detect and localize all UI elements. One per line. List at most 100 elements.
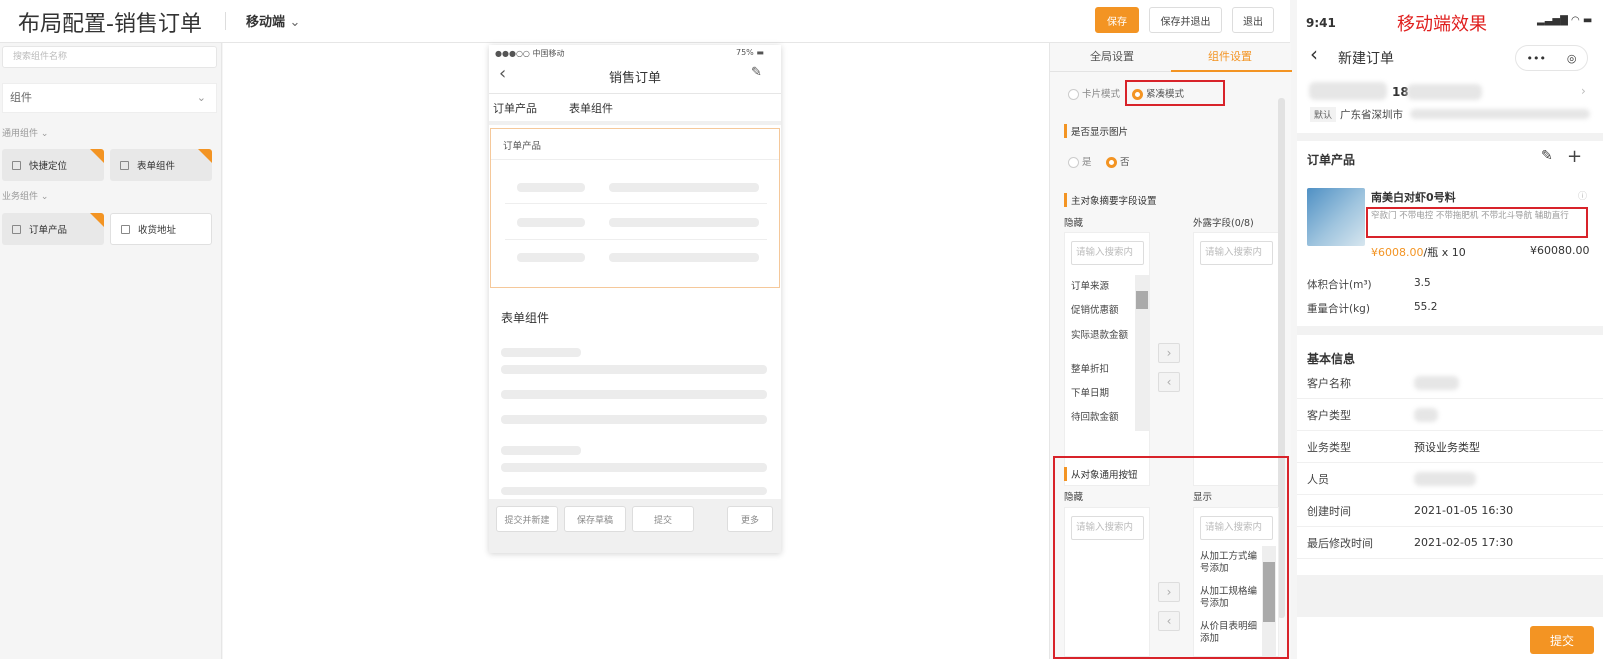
target-icon: ◎	[1566, 51, 1577, 65]
divider	[489, 93, 781, 94]
submit-new-button[interactable]: 提交并新建	[496, 506, 558, 532]
list-item[interactable]: 从加工规格编号添加	[1200, 586, 1258, 610]
save-exit-button[interactable]: 保存并退出	[1149, 7, 1222, 33]
list-item[interactable]: 待回款金额	[1071, 412, 1133, 424]
radio-icon	[1068, 89, 1079, 100]
component-label: 订单产品	[29, 225, 68, 236]
move-left-button[interactable]: ‹	[1158, 611, 1180, 631]
divider	[225, 12, 226, 30]
component-group-select[interactable]: 组件 ⌄	[2, 83, 217, 113]
products-block[interactable]: 订单产品	[490, 128, 780, 288]
save-draft-button[interactable]: 保存草稿	[564, 506, 626, 532]
basic-info-card: 基本信息 客户名称 客户类型 业务类型 预设业务类型 人员 创建时间 2021-01…	[1297, 335, 1603, 575]
shown-button-search-input[interactable]: 请输入搜索内	[1200, 516, 1273, 540]
phone-tab-form[interactable]: 表单组件	[569, 100, 613, 116]
corner-badge	[90, 149, 104, 163]
scrollbar-thumb[interactable]	[1263, 562, 1275, 622]
submit-button[interactable]: 提交	[632, 506, 694, 532]
field-row[interactable]: 客户名称	[1297, 367, 1603, 399]
corner-badge	[90, 213, 104, 227]
skeleton-line	[517, 253, 585, 262]
list-item[interactable]: 整单折扣	[1071, 364, 1133, 376]
product-tags: 窄款门 不带电控 不带拖肥机 不带北斗导航 辅助直行	[1371, 211, 1569, 221]
field-row[interactable]: 最后修改时间 2021-02-05 17:30	[1297, 527, 1603, 559]
skeleton-line	[501, 415, 767, 424]
more-button[interactable]: 更多	[727, 506, 773, 532]
list-item[interactable]: 促销优惠额	[1071, 305, 1133, 317]
component-search-input[interactable]: 搜索组件名称	[2, 46, 217, 68]
divider	[491, 159, 779, 160]
mobile-footer: 提交	[1297, 617, 1603, 659]
tab-component-settings[interactable]: 组件设置	[1208, 48, 1252, 64]
page-title: 布局配置-销售订单	[18, 12, 202, 37]
address-card[interactable]: 18 › 默认 广东省深圳市	[1297, 76, 1603, 133]
general-section-label: 通用组件 ⌄	[2, 129, 49, 139]
scrollbar-thumb[interactable]	[1136, 291, 1148, 309]
weight-value: 55.2	[1414, 301, 1438, 313]
summary-fields-label: 主对象摘要字段设置	[1064, 193, 1157, 207]
edit-icon[interactable]: ✎	[751, 65, 762, 80]
skeleton-line	[501, 487, 767, 495]
component-form[interactable]: 表单组件	[110, 149, 212, 181]
show-image-label: 是否显示图片	[1064, 124, 1128, 138]
component-shipping-address[interactable]: 收货地址	[110, 213, 212, 245]
component-label: 表单组件	[137, 161, 176, 172]
active-tab-indicator	[1171, 70, 1292, 72]
list-item[interactable]: 实际退款金额	[1071, 330, 1133, 342]
group-label: 组件	[10, 91, 32, 104]
mode-selector[interactable]: 移动端 ⌄	[246, 11, 300, 30]
list-item[interactable]: 下单日期	[1071, 388, 1133, 400]
mobile-submit-button[interactable]: 提交	[1530, 626, 1594, 654]
list-item[interactable]: 从价目表明细添加	[1200, 621, 1258, 645]
field-row[interactable]: 业务类型 预设业务类型	[1297, 431, 1603, 463]
component-icon	[12, 160, 21, 170]
field-list: 客户名称 客户类型 业务类型 预设业务类型 人员 创建时间 2021-01-05 1…	[1297, 367, 1603, 559]
hidden-search-input[interactable]: 请输入搜索内	[1071, 241, 1144, 265]
component-icon	[12, 224, 21, 234]
field-row[interactable]: 客户类型	[1297, 399, 1603, 431]
field-row[interactable]: 创建时间 2021-01-05 16:30	[1297, 495, 1603, 527]
move-right-button[interactable]: ›	[1158, 343, 1180, 363]
status-time: 9:41	[1306, 16, 1336, 30]
hidden-button-list: 请输入搜索内	[1064, 507, 1150, 657]
shown-button-list: 请输入搜索内 从加工方式编号添加 从加工规格编号添加 从价目表明细添加	[1193, 507, 1279, 657]
component-quick-locate[interactable]: 快捷定位	[2, 149, 104, 181]
hidden-label-2: 隐藏	[1064, 492, 1084, 503]
radio-card-mode[interactable]: 卡片模式	[1068, 86, 1120, 100]
add-icon[interactable]: +	[1567, 146, 1582, 167]
back-icon[interactable]: ‹	[1310, 42, 1318, 66]
exit-button[interactable]: 退出	[1232, 7, 1274, 33]
field-row[interactable]: 人员	[1297, 463, 1603, 495]
tab-global-settings[interactable]: 全局设置	[1090, 48, 1134, 64]
component-icon	[120, 160, 129, 170]
divider	[505, 239, 767, 240]
scrollbar[interactable]	[1262, 546, 1276, 656]
form-block-title: 表单组件	[501, 311, 550, 325]
products-title: 订单产品	[1307, 153, 1356, 167]
phone-tab-products[interactable]: 订单产品	[493, 100, 537, 116]
scrollbar[interactable]	[1135, 275, 1149, 431]
redacted-phone	[1407, 84, 1482, 100]
move-right-button[interactable]: ›	[1158, 582, 1180, 602]
component-label: 快捷定位	[29, 161, 68, 172]
radio-compact-mode[interactable]: 紧凑模式	[1132, 86, 1184, 100]
skeleton-line	[609, 253, 759, 262]
move-left-button[interactable]: ‹	[1158, 372, 1180, 392]
config-panel: 全局设置 组件设置 卡片模式 紧凑模式 是否显示图片 是 否 主对象摘要字段设置…	[1049, 43, 1292, 659]
chevron-down-icon: ⌄	[289, 15, 301, 30]
save-button[interactable]: 保存	[1095, 7, 1139, 33]
edit-icon[interactable]: ✎	[1541, 148, 1553, 164]
info-icon[interactable]: ⓘ	[1578, 189, 1587, 202]
hidden-button-search-input[interactable]: 请输入搜索内	[1071, 516, 1144, 540]
exposed-search-input[interactable]: 请输入搜索内	[1200, 241, 1273, 265]
list-item[interactable]: 订单来源	[1071, 281, 1133, 293]
component-order-products[interactable]: 订单产品	[2, 213, 104, 245]
list-item[interactable]: 从加工方式编号添加	[1200, 551, 1258, 575]
skeleton-line	[609, 183, 759, 192]
address-text: 广东省深圳市	[1340, 109, 1403, 121]
mini-capsule[interactable]: ••• ◎	[1515, 45, 1588, 71]
divider	[505, 203, 767, 204]
radio-yes[interactable]: 是	[1068, 154, 1092, 168]
skeleton-line	[501, 348, 581, 357]
radio-no[interactable]: 否	[1106, 154, 1130, 168]
